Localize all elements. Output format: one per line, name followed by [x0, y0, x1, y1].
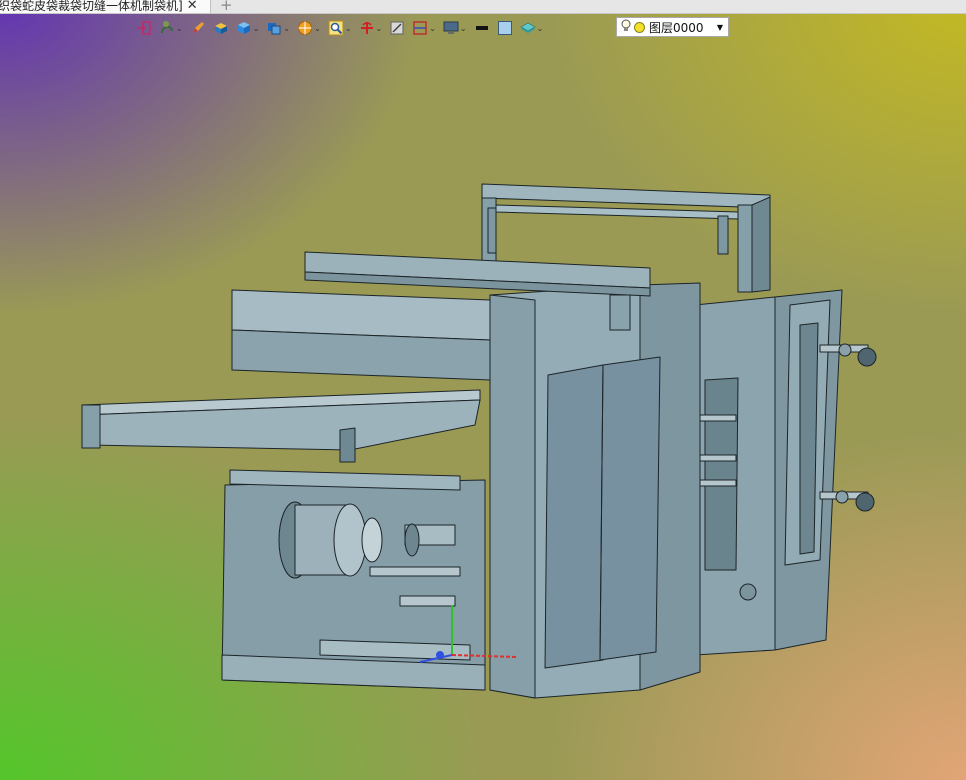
chevron-down-icon[interactable]: ⌄	[429, 24, 436, 33]
clip-plane-button[interactable]	[389, 20, 405, 36]
lightbulb-icon[interactable]	[621, 19, 631, 36]
cube-button[interactable]: ⌄	[236, 20, 260, 36]
chevron-down-icon[interactable]: ▼	[717, 23, 723, 32]
main-housing	[489, 282, 701, 699]
exit-sketch-icon	[137, 21, 151, 35]
zoom-fit-icon	[328, 20, 344, 36]
new-tab-button[interactable]: +	[220, 0, 233, 14]
pencil-button[interactable]	[190, 20, 206, 36]
layer-name: 图层0000	[649, 20, 704, 35]
chevron-down-icon[interactable]: ⌄	[253, 24, 260, 33]
model-viewport[interactable]	[0, 40, 966, 780]
chevron-down-icon[interactable]: ⌄	[345, 24, 352, 33]
display-button[interactable]: ⌄	[443, 20, 467, 36]
chevron-down-icon[interactable]: ⌄	[314, 24, 321, 33]
feed-conveyor	[81, 389, 481, 463]
solid-box-icon	[214, 23, 227, 34]
section-view-icon	[413, 21, 427, 35]
cube-icon	[237, 22, 250, 34]
view-cube-button[interactable]: ⌄	[266, 20, 290, 36]
section-view-button[interactable]: ⌄	[412, 20, 436, 36]
view-toolbar: ⌄ ⌄ ⌄ ⌄ ⌄ ⌄ ⌄ ⌄ ⌄	[136, 17, 550, 39]
layer-color-dot[interactable]	[634, 21, 645, 33]
chevron-down-icon[interactable]: ⌄	[283, 24, 290, 33]
line-weight-icon	[475, 26, 488, 30]
render-style-icon	[298, 21, 313, 35]
render-style-button[interactable]: ⌄	[297, 20, 321, 36]
line-weight-button[interactable]	[474, 20, 490, 36]
color-swatch-icon	[497, 21, 512, 35]
clip-plane-icon	[390, 21, 404, 35]
chevron-down-icon[interactable]: ⌄	[376, 24, 383, 33]
chevron-down-icon[interactable]: ⌄	[460, 24, 467, 33]
display-icon	[443, 21, 459, 34]
chevron-down-icon[interactable]: ⌄	[176, 24, 183, 33]
layer-stack-button[interactable]: ⌄	[520, 20, 544, 36]
document-tab[interactable]: 织袋蛇皮袋裁袋切缝一体机制袋机] ✕	[0, 0, 211, 13]
comb-rollers	[231, 289, 491, 381]
view-cube-icon	[268, 23, 281, 35]
close-icon[interactable]: ✕	[187, 0, 198, 13]
spiral-curve-icon	[161, 21, 173, 34]
curve-tool-button[interactable]: ⌄	[159, 20, 183, 36]
pencil-icon	[192, 22, 204, 33]
document-tab-bar: 织袋蛇皮袋裁袋切缝一体机制袋机] ✕ +	[0, 0, 966, 14]
color-swatch-button[interactable]	[497, 20, 513, 36]
pivot-icon	[360, 22, 373, 34]
layer-stack-icon	[520, 22, 536, 33]
layer-selector[interactable]: 图层0000 ▼	[616, 17, 729, 37]
chevron-down-icon[interactable]: ⌄	[537, 24, 544, 33]
document-tab-title: 织袋蛇皮袋裁袋切缝一体机制袋机]	[0, 0, 183, 13]
exit-sketch-button[interactable]	[136, 20, 152, 36]
zoom-fit-button[interactable]: ⌄	[328, 20, 352, 36]
solid-box-button[interactable]	[213, 20, 229, 36]
pivot-button[interactable]: ⌄	[359, 20, 383, 36]
